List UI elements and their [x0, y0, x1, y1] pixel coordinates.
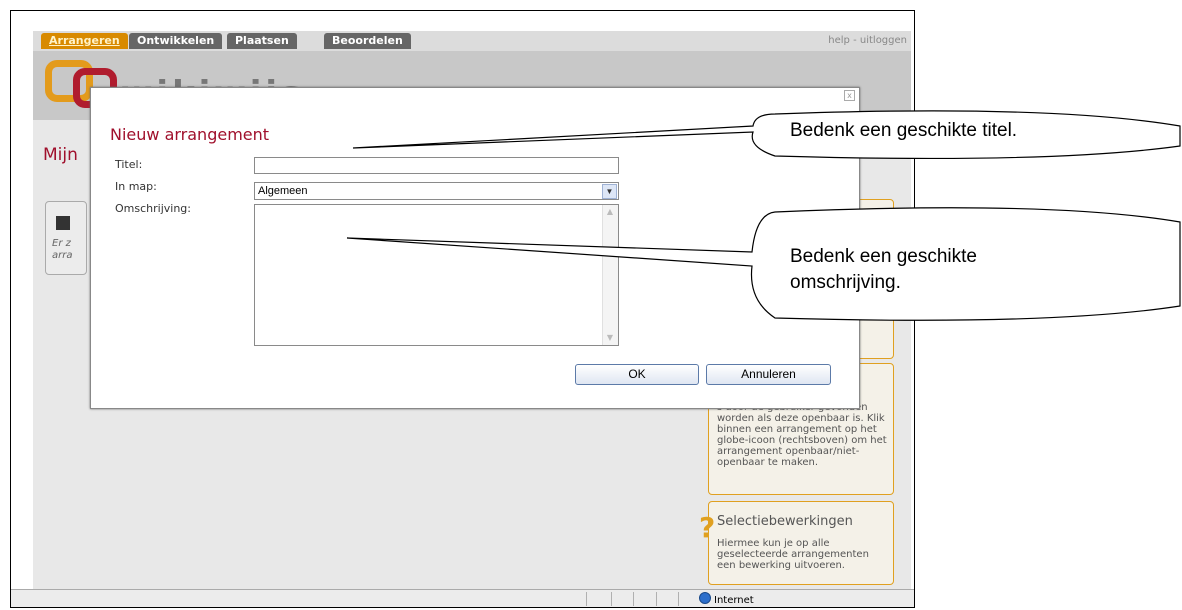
callout-text-title: Bedenk een geschikte titel.: [790, 120, 1018, 141]
callout-bubble-title: [352, 110, 1181, 160]
callout-overlay: [346, 110, 1181, 321]
callout-bubble-description: [346, 207, 1181, 321]
callout-text-description: Bedenk een geschikte omschrijving.: [790, 246, 977, 293]
